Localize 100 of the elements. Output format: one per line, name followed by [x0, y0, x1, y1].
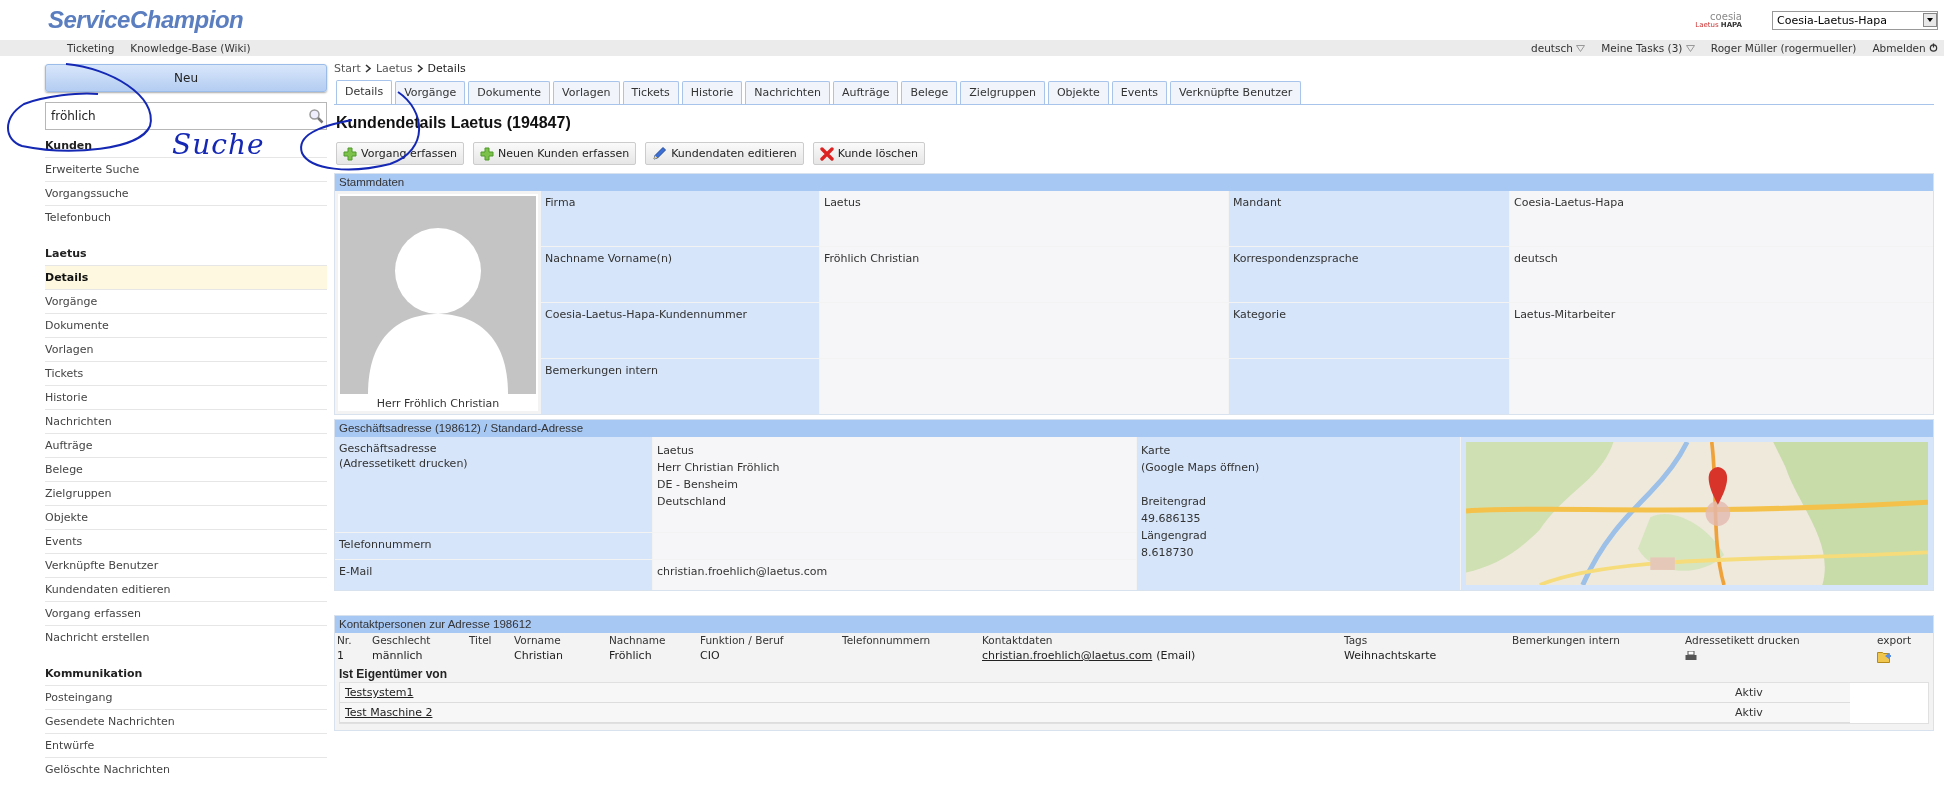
tab[interactable]: Objekte [1047, 81, 1109, 104]
owned-item-link[interactable]: Testsystem1 [345, 683, 414, 702]
section-header: Geschäftsadresse (198612) / Standard-Adresse [335, 420, 1933, 437]
sidebar-item[interactable]: Entwürfe [45, 733, 327, 757]
column-header: Nachname [609, 633, 667, 648]
sidebar-item[interactable]: Vorlagen [45, 337, 327, 361]
sidebar-item[interactable]: Vorgang erfassen [45, 601, 327, 625]
field-value: Laetus-Mitarbeiter [1510, 303, 1933, 358]
printer-icon[interactable] [1685, 651, 1697, 661]
action-button[interactable]: Kundendaten editieren [645, 142, 804, 165]
tab[interactable]: Zielgruppen [960, 81, 1045, 104]
sidebar-item[interactable]: Gesendete Nachrichten [45, 709, 327, 733]
sidebar-item[interactable]: Aufträge [45, 433, 327, 457]
sidebar-item[interactable]: Details [45, 265, 327, 289]
address-line: Herr Christian Fröhlich [657, 460, 781, 476]
action-button[interactable]: Neuen Kunden erfassen [473, 142, 637, 165]
field-label: Coesia-Laetus-Hapa-Kundennummer [541, 303, 819, 358]
sidebar-item[interactable]: Dokumente [45, 313, 327, 337]
action-button[interactable]: Vorgang erfassen [336, 142, 464, 165]
plus-icon [343, 146, 357, 161]
chevron-icon [364, 63, 372, 73]
column-header: Funktion / Beruf [700, 633, 785, 648]
tab[interactable]: Tickets [622, 81, 679, 104]
sidebar-item[interactable]: Events [45, 529, 327, 553]
field-label: Korrespondenzsprache [1229, 247, 1509, 302]
column-header: Geschlecht [372, 633, 432, 648]
tab[interactable]: Events [1111, 81, 1168, 104]
address-line: DE - Bensheim [657, 477, 739, 493]
field-label: Längengrad [1141, 528, 1208, 544]
field-label: Telefonnummern [335, 533, 652, 559]
print-label-link[interactable]: (Adressetikett drucken) [339, 455, 648, 472]
nav-menu-item[interactable]: Ticketing [67, 42, 115, 54]
tab[interactable]: Vorgänge [395, 81, 466, 104]
field-value: deutsch [1510, 247, 1933, 302]
language-menu[interactable]: deutsch [1531, 42, 1586, 54]
address-line: Laetus [657, 443, 695, 459]
column-header: export [1877, 633, 1912, 648]
column-header: Titel [469, 633, 493, 648]
tab[interactable]: Vorlagen [553, 81, 620, 104]
sidebar-item[interactable]: Verknüpfte Benutzer [45, 553, 327, 577]
map-link[interactable]: (Google Maps öffnen) [1141, 459, 1456, 476]
action-button[interactable]: Kunde löschen [812, 142, 925, 165]
tab[interactable]: Belege [901, 81, 958, 104]
email-value: christian.froehlich@laetus.com [657, 565, 828, 578]
search-icon [308, 108, 324, 124]
sidebar-item[interactable]: Posteingang [45, 685, 327, 709]
tab[interactable]: Historie [681, 81, 743, 104]
table-cell-text: Fröhlich [609, 648, 653, 664]
tenant-select[interactable]: Coesia-Laetus-Hapa [1772, 10, 1938, 30]
field-label: Firma [541, 191, 819, 246]
chevron-icon [416, 63, 424, 73]
tab[interactable]: Verknüpfte Benutzer [1170, 81, 1302, 104]
tab[interactable]: Nachrichten [745, 81, 830, 104]
field-label: Breitengrad [1141, 494, 1207, 510]
column-header: Bemerkungen intern [1512, 633, 1621, 648]
tab[interactable]: Details [336, 80, 393, 104]
sidebar-item[interactable]: Objekte [45, 505, 327, 529]
section-header: Kontaktpersonen zur Adresse 198612 [335, 616, 1933, 633]
column-header: Vorname [514, 633, 562, 648]
user-name: Roger Müller (rogermueller) [1710, 42, 1857, 54]
sidebar-item[interactable]: Erweiterte Suche [45, 157, 327, 181]
export-icon[interactable] [1877, 649, 1892, 663]
sidebar-item[interactable]: Nachricht erstellen [45, 625, 327, 649]
table-cell-text: Christian [514, 648, 565, 664]
sidebar-item[interactable]: Vorgangssuche [45, 181, 327, 205]
breadcrumb-link[interactable]: Laetus [375, 61, 413, 75]
table-cell-text: Weihnachtskarte [1344, 648, 1438, 664]
email-link[interactable]: christian.froehlich@laetus.com [982, 648, 1153, 664]
sidebar-item[interactable]: Historie [45, 385, 327, 409]
field-value: Coesia-Laetus-Hapa [1510, 191, 1933, 246]
search-field[interactable]: fröhlich [45, 102, 327, 130]
sidebar-item[interactable]: Vorgänge [45, 289, 327, 313]
owned-item-link[interactable]: Test Maschine 2 [345, 703, 433, 722]
field-value: 8.618730 [1141, 545, 1195, 561]
power-icon [1929, 43, 1938, 52]
sidebar-section-title: Laetus [45, 246, 87, 262]
nav-menu-item[interactable]: Knowledge-Base (Wiki) [130, 42, 251, 54]
caret-icon [1576, 45, 1586, 52]
field-label: Kategorie [1229, 303, 1509, 358]
sidebar-item[interactable]: Tickets [45, 361, 327, 385]
sidebar-item[interactable]: Telefonbuch [45, 205, 327, 229]
field-value: Laetus [820, 191, 1228, 246]
breadcrumb-link[interactable]: Start [334, 61, 361, 75]
tab[interactable]: Aufträge [832, 81, 899, 104]
plus-icon [480, 146, 494, 161]
logout-link[interactable]: Abmelden [1872, 42, 1938, 54]
new-button[interactable]: Neu [45, 64, 327, 92]
photo-caption: Herr Fröhlich Christian [376, 397, 500, 410]
sidebar-item[interactable]: Kundendaten editieren [45, 577, 327, 601]
tasks-menu[interactable]: Meine Tasks (3) [1601, 42, 1695, 54]
column-header: Telefonnummern [842, 633, 932, 648]
sidebar-item[interactable]: Belege [45, 457, 327, 481]
field-label: Bemerkungen intern [541, 359, 819, 414]
sidebar-item[interactable]: Nachrichten [45, 409, 327, 433]
sidebar-item[interactable]: Zielgruppen [45, 481, 327, 505]
subsection-title: Ist Eigentümer von [338, 666, 449, 682]
column-header: Kontaktdaten [982, 633, 1054, 648]
sidebar-item[interactable]: Gelöschte Nachrichten [45, 757, 327, 781]
contact-type: (Email) [1156, 648, 1196, 664]
tab[interactable]: Dokumente [468, 81, 551, 104]
